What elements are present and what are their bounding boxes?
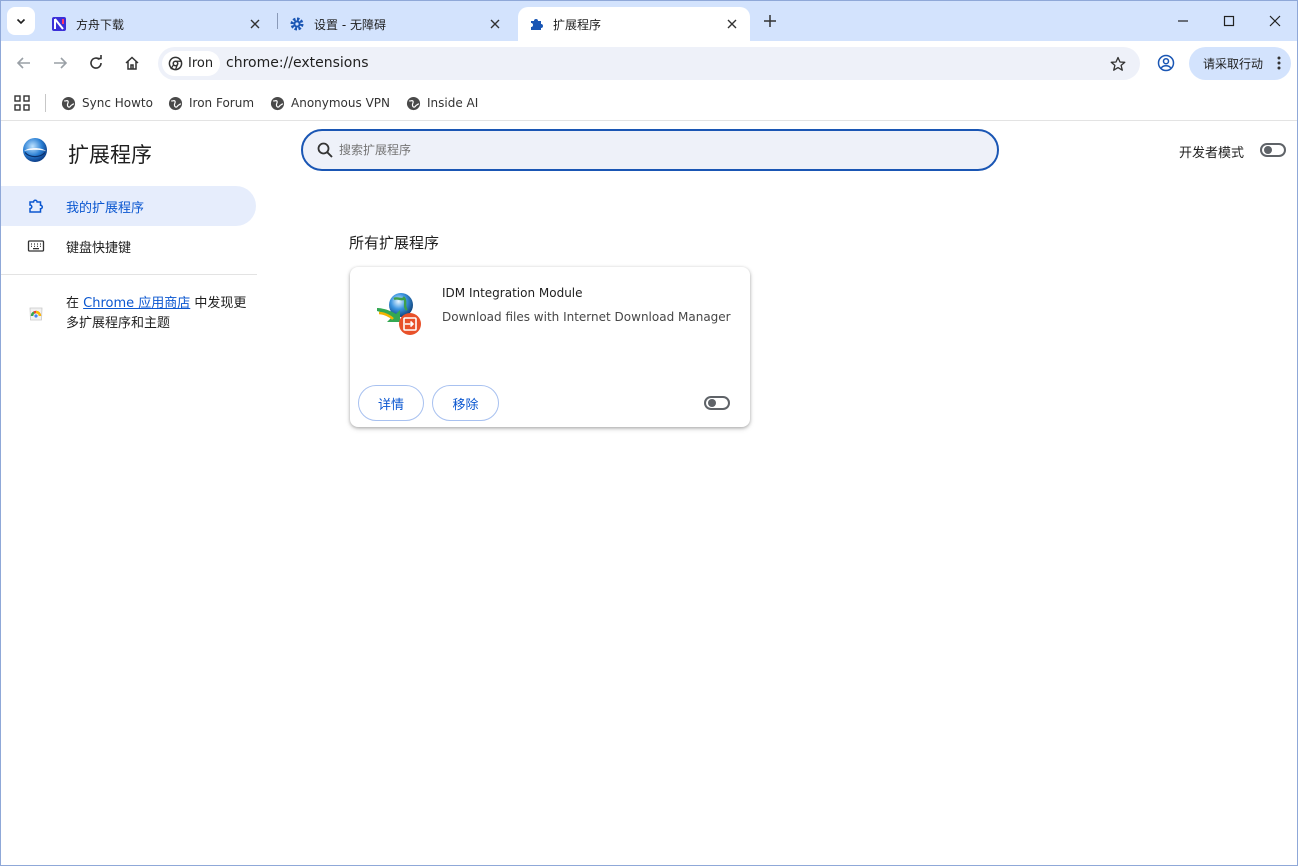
window-close-button[interactable] — [1260, 7, 1290, 35]
tab-settings[interactable]: 设置 - 无障碍 — [279, 7, 513, 41]
search-box[interactable] — [301, 129, 999, 171]
star-icon — [1110, 56, 1126, 71]
web-store-promo: 在 Chrome 应用商店 中发现更多扩展程序和主题 — [27, 294, 257, 334]
home-icon — [125, 56, 139, 70]
toolbar: Iron chrome://extensions 请采取行动 — [1, 41, 1297, 86]
reload-icon — [90, 55, 102, 69]
extension-enable-toggle[interactable] — [704, 396, 730, 410]
url-text[interactable]: chrome://extensions — [226, 55, 369, 71]
close-icon — [1269, 15, 1281, 27]
tab-title: 设置 - 无障碍 — [314, 17, 386, 32]
page-title: 扩展程序 — [68, 143, 152, 167]
bookmark-label: Sync Howto — [82, 96, 153, 110]
details-button[interactable]: 详情 — [358, 385, 424, 421]
close-icon[interactable] — [724, 16, 740, 32]
extension-name: IDM Integration Module — [442, 286, 583, 300]
bookmarks-bar: Sync Howto Iron Forum Anonymous VPN Insi… — [1, 86, 1297, 121]
keyboard-icon — [27, 237, 45, 255]
extension-description: Download files with Internet Download Ma… — [442, 310, 731, 324]
globe-icon — [168, 96, 183, 110]
reload-button[interactable] — [82, 49, 110, 77]
new-tab-button[interactable] — [758, 9, 782, 33]
gear-icon — [289, 16, 305, 32]
web-store-promo-text: 在 Chrome 应用商店 中发现更多扩展程序和主题 — [66, 294, 257, 334]
puzzle-icon — [528, 16, 544, 32]
back-button[interactable] — [10, 49, 38, 77]
minimize-button[interactable] — [1168, 7, 1198, 35]
site-logo-icon — [51, 16, 67, 32]
close-icon[interactable] — [487, 16, 503, 32]
chrome-web-store-link[interactable]: Chrome 应用商店 — [83, 296, 190, 311]
bookmark-label: Iron Forum — [189, 96, 255, 110]
sidebar-item-label: 我的扩展程序 — [66, 200, 145, 216]
bookmarks-divider — [45, 94, 46, 112]
web-store-icon — [29, 307, 43, 321]
arrow-left-icon — [16, 57, 30, 69]
extensions-page: 扩展程序 开发者模式 我的扩展程序 键盘快捷键 — [1, 122, 1297, 865]
search-icon — [317, 142, 333, 158]
take-action-button[interactable]: 请采取行动 — [1189, 47, 1291, 80]
bookmark-inside-ai[interactable]: Inside AI — [406, 94, 478, 112]
plus-icon — [764, 15, 776, 27]
bookmark-iron-forum[interactable]: Iron Forum — [168, 94, 254, 112]
chip-label: Iron — [188, 56, 214, 71]
promo-prefix: 在 — [66, 296, 84, 311]
minimize-icon — [1178, 20, 1188, 22]
take-action-label: 请采取行动 — [1203, 57, 1264, 71]
profile-button[interactable] — [1153, 50, 1179, 76]
idm-logo-icon — [377, 293, 421, 335]
remove-button[interactable]: 移除 — [432, 385, 499, 421]
globe-icon — [406, 96, 421, 110]
search-input[interactable] — [339, 140, 979, 160]
developer-mode-toggle[interactable] — [1260, 143, 1286, 157]
browser-logo-icon — [168, 56, 184, 72]
bookmark-sync-howto[interactable]: Sync Howto — [61, 94, 153, 112]
extensions-logo-icon — [23, 138, 47, 162]
forward-button[interactable] — [46, 49, 74, 77]
sidebar-divider — [1, 274, 257, 275]
home-button[interactable] — [118, 49, 146, 77]
tab-fangzhou[interactable]: 方舟下载 — [41, 7, 273, 41]
bookmark-star-button[interactable] — [1108, 54, 1128, 74]
developer-mode-label: 开发者模式 — [1179, 146, 1245, 161]
apps-grid-icon[interactable] — [13, 94, 31, 112]
tab-title: 扩展程序 — [553, 17, 602, 32]
sidebar-item-label: 键盘快捷键 — [66, 240, 132, 256]
site-info-chip[interactable]: Iron — [162, 51, 221, 76]
maximize-icon — [1223, 15, 1235, 27]
globe-icon — [270, 96, 285, 110]
account-icon — [1157, 54, 1175, 72]
maximize-button[interactable] — [1214, 7, 1244, 35]
section-title: 所有扩展程序 — [349, 234, 440, 252]
chevron-down-icon — [16, 18, 26, 25]
address-bar[interactable]: Iron chrome://extensions — [158, 47, 1140, 80]
bookmark-label: Anonymous VPN — [291, 96, 390, 110]
browser-window: 方舟下载 设置 - 无障碍 扩展程序 Iron chrome://extensi… — [0, 0, 1298, 866]
sidebar-item-keyboard-shortcuts[interactable]: 键盘快捷键 — [1, 226, 131, 266]
tab-extensions[interactable]: 扩展程序 — [518, 7, 750, 41]
sidebar-item-my-extensions[interactable]: 我的扩展程序 — [1, 186, 256, 226]
bookmark-anonymous-vpn[interactable]: Anonymous VPN — [270, 94, 390, 112]
extension-card: IDM Integration Module Download files wi… — [350, 267, 750, 427]
tab-search-button[interactable] — [7, 7, 35, 35]
puzzle-outline-icon — [27, 197, 45, 215]
tab-divider — [277, 13, 278, 29]
close-icon[interactable] — [247, 16, 263, 32]
bookmark-label: Inside AI — [427, 96, 479, 110]
tab-strip: 方舟下载 设置 - 无障碍 扩展程序 — [1, 1, 1297, 41]
globe-icon — [61, 96, 76, 110]
arrow-right-icon — [54, 57, 68, 69]
tab-title: 方舟下载 — [76, 17, 125, 32]
more-vert-icon — [1277, 56, 1281, 70]
